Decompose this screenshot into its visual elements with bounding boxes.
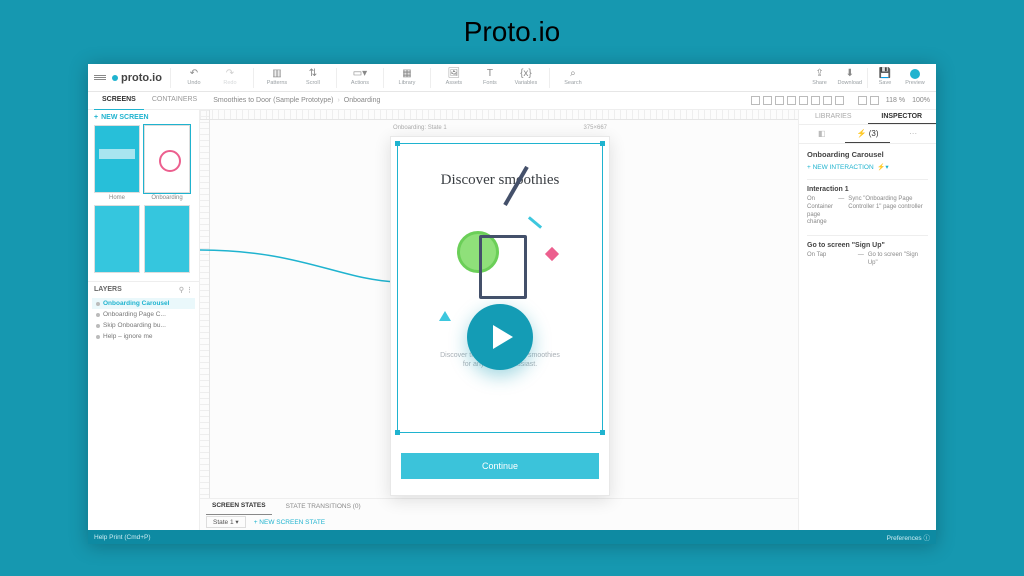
align-middle-icon[interactable]	[799, 96, 808, 105]
distribute-v-icon[interactable]	[835, 96, 844, 105]
screen-states-bar: SCREEN STATES STATE TRANSITIONS (0)	[200, 498, 798, 514]
align-right-icon[interactable]	[775, 96, 784, 105]
screen-thumb-onboarding[interactable]: Onboarding	[144, 125, 190, 201]
resize-handle[interactable]	[395, 141, 400, 146]
new-screen-button[interactable]: + NEW SCREEN	[88, 110, 199, 125]
layers-panel: LAYERS ⚲ ⋮ Onboarding Carousel Onboarding…	[88, 281, 199, 530]
library-button[interactable]: ▦Library	[392, 69, 422, 86]
actions-button[interactable]: ▭▾Actions	[345, 69, 375, 86]
tab-state-transitions[interactable]: STATE TRANSITIONS (0)	[280, 499, 367, 515]
align-left-icon[interactable]	[751, 96, 760, 105]
layer-item[interactable]: Onboarding Carousel	[92, 298, 195, 309]
zoom-reset[interactable]: 100%	[912, 97, 930, 104]
resize-handle[interactable]	[600, 430, 605, 435]
layers-title: LAYERS	[94, 286, 122, 294]
breadcrumb: Smoothies to Door (Sample Prototype)›Onb…	[213, 97, 380, 104]
app-logo: proto.io	[112, 72, 162, 84]
assets-button[interactable]: 🖼Assets	[439, 69, 469, 86]
status-bar: Help Print (Cmd+P) Preferences ⓘ	[88, 530, 936, 544]
tab-containers[interactable]: CONTAINERS	[144, 91, 205, 110]
resize-handle[interactable]	[395, 430, 400, 435]
layer-item[interactable]: Onboarding Page C...	[92, 309, 195, 320]
left-panel: + NEW SCREEN Home Onboarding LAYERS ⚲ ⋮ O…	[88, 110, 200, 530]
inspector-tab-properties[interactable]: ◧	[799, 125, 845, 143]
tab-inspector[interactable]: INSPECTOR	[868, 110, 937, 124]
download-button[interactable]: ⬇Download	[835, 69, 865, 86]
scroll-button[interactable]: ⇅Scroll	[298, 69, 328, 86]
play-overlay-button[interactable]	[467, 304, 533, 370]
distribute-h-icon[interactable]	[823, 96, 832, 105]
save-button[interactable]: 💾Save	[870, 69, 900, 86]
layers-filter-icon[interactable]: ⚲ ⋮	[179, 286, 193, 294]
tab-screens[interactable]: SCREENS	[94, 91, 144, 110]
selected-element-title: Onboarding Carousel	[807, 150, 928, 159]
screen-thumb-3[interactable]	[94, 205, 140, 275]
fonts-button[interactable]: TFonts	[475, 69, 505, 86]
app-window: proto.io ↶Undo ↷Redo ▥Patterns ⇅Scroll ▭…	[88, 64, 936, 544]
ruler-icon[interactable]	[858, 96, 867, 105]
inspector-tab-interactions[interactable]: ⚡ (3)	[845, 125, 891, 143]
play-icon	[910, 69, 920, 79]
share-button[interactable]: ⇪Share	[805, 69, 835, 86]
status-right[interactable]: Preferences ⓘ	[887, 532, 930, 542]
breadcrumb-bar: SCREENS CONTAINERS Smoothies to Door (Sa…	[88, 92, 936, 110]
layer-item[interactable]: Skip Onboarding bu...	[92, 320, 195, 331]
resize-handle[interactable]	[600, 141, 605, 146]
new-screen-state-button[interactable]: + NEW SCREEN STATE	[254, 519, 325, 526]
screens-list: Home Onboarding	[88, 125, 199, 275]
screen-thumb-home[interactable]: Home	[94, 125, 140, 201]
redo-button[interactable]: ↷Redo	[215, 69, 245, 86]
interaction-card[interactable]: Go to screen "Sign Up" On Tap—Go to scre…	[807, 235, 928, 268]
continue-button[interactable]: Continue	[401, 453, 599, 479]
hero-title: Discover smoothies	[398, 172, 602, 189]
ruler-horizontal	[200, 110, 798, 120]
state-dropdown[interactable]: State 1 ▾	[206, 516, 246, 528]
align-bottom-icon[interactable]	[811, 96, 820, 105]
screen-thumb-4[interactable]	[144, 205, 190, 275]
inspector-tab-more[interactable]: ⋯	[890, 125, 936, 143]
alignment-tools: 118 % 100%	[751, 96, 930, 105]
status-left[interactable]: Help Print (Cmd+P)	[94, 534, 151, 541]
patterns-button[interactable]: ▥Patterns	[262, 69, 292, 86]
right-panel: LIBRARIES INSPECTOR ◧ ⚡ (3) ⋯ Onboarding…	[798, 110, 936, 530]
align-top-icon[interactable]	[787, 96, 796, 105]
new-interaction-button[interactable]: + NEW INTERACTION ⚡▾	[807, 163, 928, 171]
layer-item[interactable]: Help – ignore me	[92, 331, 195, 342]
page-title: Proto.io	[0, 16, 1024, 48]
selection-outline[interactable]: Discover smoothies Discover thousands of…	[397, 143, 603, 433]
tab-screen-states[interactable]: SCREEN STATES	[206, 498, 272, 515]
variables-button[interactable]: {x}Variables	[511, 69, 541, 86]
preview-button[interactable]: Preview	[900, 69, 930, 86]
grid-icon[interactable]	[870, 96, 879, 105]
interaction-card[interactable]: Interaction 1 On Container page change—S…	[807, 179, 928, 227]
align-center-icon[interactable]	[763, 96, 772, 105]
top-toolbar: proto.io ↶Undo ↷Redo ▥Patterns ⇅Scroll ▭…	[88, 64, 936, 92]
stage-dimensions: 375×667	[583, 125, 607, 131]
search-button[interactable]: ⌕Search	[558, 69, 588, 86]
ruler-vertical	[200, 110, 210, 498]
device-frame[interactable]: Onboarding: State 1 375×667 Discover smo…	[390, 136, 610, 496]
tab-libraries[interactable]: LIBRARIES	[799, 110, 868, 124]
menu-icon[interactable]	[94, 75, 106, 80]
undo-button[interactable]: ↶Undo	[179, 69, 209, 86]
stage-state-label: Onboarding: State 1	[393, 125, 447, 131]
canvas[interactable]: Onboarding: State 1 375×667 Discover smo…	[200, 110, 798, 530]
